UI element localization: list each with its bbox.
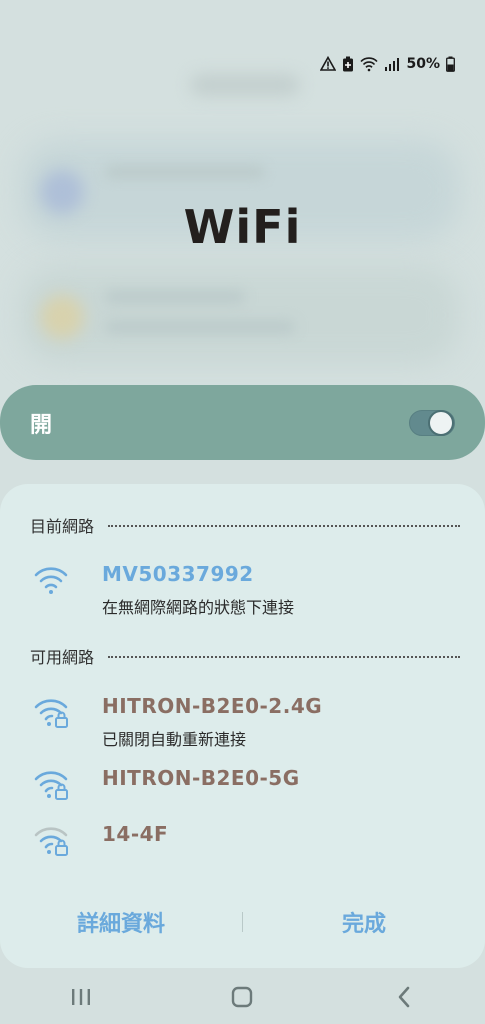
wifi-toggle-label: 開 (30, 412, 53, 438)
wifi-icon (30, 562, 72, 596)
cell-signal-icon (384, 56, 400, 72)
wifi-lock-icon (30, 694, 72, 728)
network-name: 14-4F (102, 822, 169, 846)
wifi-lock-weak-icon (30, 822, 72, 856)
switch-knob (428, 409, 454, 436)
network-name: HITRON-B2E0-5G (102, 766, 300, 790)
available-networks-header: 可用網路 (30, 644, 460, 668)
background-blur (190, 74, 300, 96)
wifi-lock-icon (30, 766, 72, 800)
navigation-bar (0, 970, 485, 1024)
network-name: HITRON-B2E0-2.4G (102, 694, 323, 718)
status-bar: 50% (320, 52, 455, 76)
background-card (20, 265, 460, 365)
recent-apps-icon[interactable] (51, 977, 111, 1017)
battery-percent: 50% (406, 56, 440, 72)
page-title: WiFi (183, 200, 302, 254)
background-blur (105, 165, 265, 179)
home-icon[interactable] (212, 977, 272, 1017)
current-network-status: 在無網際網路的狀態下連接 (102, 598, 295, 617)
divider (108, 656, 460, 658)
wifi-toggle-bar[interactable]: 開 (0, 385, 485, 460)
back-icon[interactable] (374, 977, 434, 1017)
current-network-label: 目前網路 (30, 517, 95, 536)
battery-icon (446, 56, 455, 72)
network-row[interactable]: 14-4F (30, 822, 465, 856)
network-row[interactable]: HITRON-B2E0-5G (30, 766, 465, 800)
background-blur (105, 290, 245, 304)
network-status: 已關閉自動重新連接 (102, 730, 247, 749)
divider (108, 525, 460, 527)
wifi-question-icon (360, 56, 379, 72)
wifi-switch[interactable] (409, 409, 455, 436)
background-blur (40, 295, 84, 339)
current-network-row[interactable]: MV50337992 在無網際網路的狀態下連接 (30, 562, 465, 618)
current-network-name: MV50337992 (102, 562, 254, 586)
dialog-footer: 詳細資料 完成 (0, 900, 485, 944)
current-network-header: 目前網路 (30, 513, 460, 537)
available-networks-label: 可用網路 (30, 648, 95, 667)
network-panel: 目前網路 MV50337992 在無網際網路的狀態下連接 可用網路 HITRON… (0, 484, 485, 968)
done-button[interactable]: 完成 (243, 906, 485, 938)
details-button[interactable]: 詳細資料 (0, 906, 242, 938)
battery-saver-icon (342, 56, 354, 72)
warning-icon (320, 56, 337, 72)
network-row[interactable]: HITRON-B2E0-2.4G 已關閉自動重新連接 (30, 694, 465, 750)
background-blur (105, 320, 295, 334)
